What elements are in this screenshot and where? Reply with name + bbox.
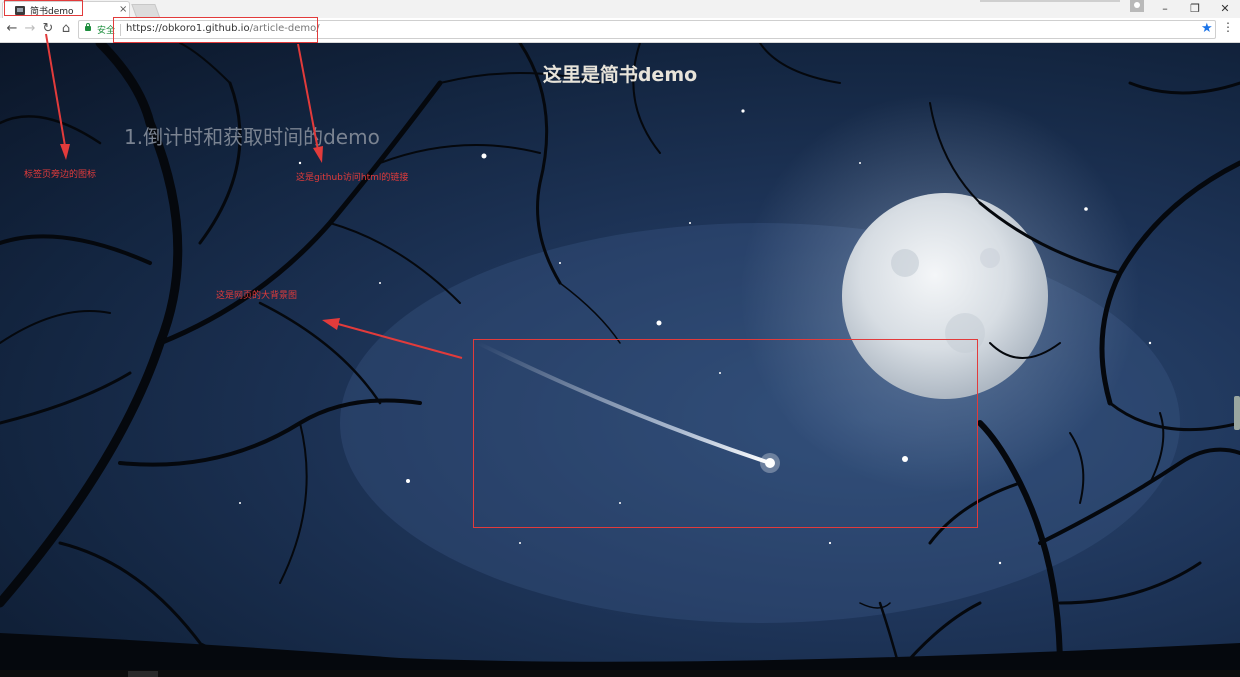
titlebar-divider: [980, 0, 1120, 2]
page-heading: 这里是简书demo: [542, 64, 698, 86]
window-minimize-button[interactable]: –: [1150, 0, 1180, 17]
forward-arrow-icon[interactable]: →: [22, 21, 38, 37]
bookmark-star-icon[interactable]: ★: [1201, 21, 1213, 36]
window-close-button[interactable]: ✕: [1210, 0, 1240, 17]
page-scrollbar[interactable]: [1234, 396, 1240, 430]
annotation-label-github-url: 这是github访问html的链接: [296, 173, 409, 183]
taskbar-item[interactable]: [128, 671, 158, 677]
lock-icon: [85, 23, 91, 31]
annotation-box-url: [113, 17, 318, 43]
browser-titlebar: 简书demo × – ❐ ✕: [0, 0, 1240, 19]
back-arrow-icon[interactable]: ←: [4, 21, 20, 37]
annotation-label-tab-icon: 标签页旁边的图标: [24, 170, 97, 180]
home-icon[interactable]: ⌂: [58, 21, 74, 37]
tab-close-icon[interactable]: ×: [119, 3, 127, 17]
demo-link-heading[interactable]: 1.倒计时和获取时间的demo: [124, 121, 380, 150]
window-maximize-button[interactable]: ❐: [1180, 0, 1210, 17]
annotation-box-tab: [4, 0, 83, 16]
taskbar: [0, 670, 1240, 677]
reload-icon[interactable]: ↻: [40, 21, 56, 37]
profile-avatar-icon[interactable]: [1130, 0, 1144, 12]
browser-menu-icon[interactable]: ⋮: [1222, 20, 1234, 34]
annotation-label-background: 这是网页的大背景图: [216, 291, 298, 301]
annotation-box-background: [473, 339, 978, 528]
